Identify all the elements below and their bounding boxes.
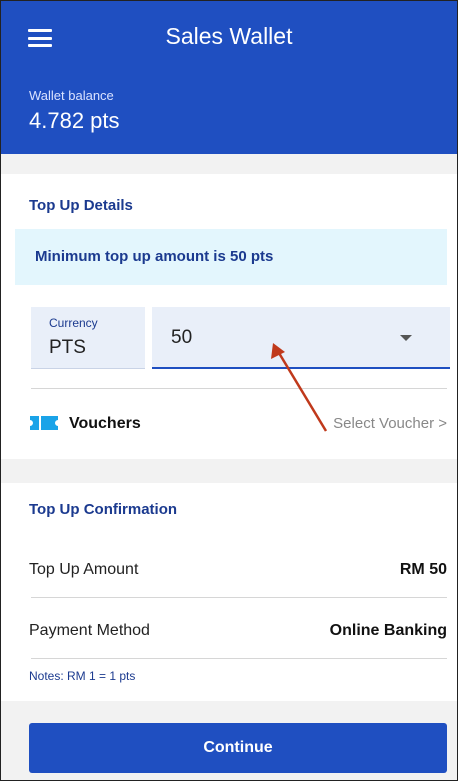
vouchers-row[interactable]: Vouchers Select Voucher > [1, 406, 457, 442]
currency-label: Currency [49, 316, 98, 330]
row-value: RM 50 [399, 561, 447, 578]
amount-value: 50 [171, 327, 193, 348]
sales-wallet-screen: Sales Wallet Wallet balance 4.782 pts To… [0, 0, 458, 781]
currency-value: PTS [49, 337, 86, 358]
divider [31, 388, 447, 389]
ticket-icon [30, 416, 58, 430]
vouchers-label: Vouchers [69, 415, 141, 432]
row-label: Payment Method [29, 622, 150, 639]
wallet-balance-value: 4.782 pts [29, 108, 120, 133]
divider [31, 658, 447, 659]
section-gap [1, 154, 457, 174]
conversion-notes: Notes: RM 1 = 1 pts [29, 669, 136, 683]
row-label: Top Up Amount [29, 561, 139, 578]
top-up-amount-select[interactable]: 50 [152, 307, 450, 369]
wallet-balance-label: Wallet balance [29, 88, 114, 103]
info-message: Minimum top up amount is 50 pts [35, 248, 274, 265]
app-header: Sales Wallet Wallet balance 4.782 pts [1, 1, 457, 154]
page-title: Sales Wallet [165, 23, 293, 49]
chevron-down-icon [400, 335, 412, 341]
continue-button[interactable]: Continue [29, 723, 447, 773]
payment-method-row: Payment Method Online Banking [29, 618, 447, 646]
divider [31, 597, 447, 598]
top-up-confirmation-title: Top Up Confirmation [29, 501, 178, 518]
select-voucher-link[interactable]: Select Voucher > [333, 415, 447, 432]
currency-field: Currency PTS [31, 307, 145, 369]
top-up-amount-row: Top Up Amount RM 50 [29, 557, 447, 585]
top-up-details-title: Top Up Details [29, 197, 133, 214]
minimum-amount-info: Minimum top up amount is 50 pts [15, 229, 447, 285]
row-value: Online Banking [329, 622, 447, 639]
section-gap [1, 459, 457, 483]
